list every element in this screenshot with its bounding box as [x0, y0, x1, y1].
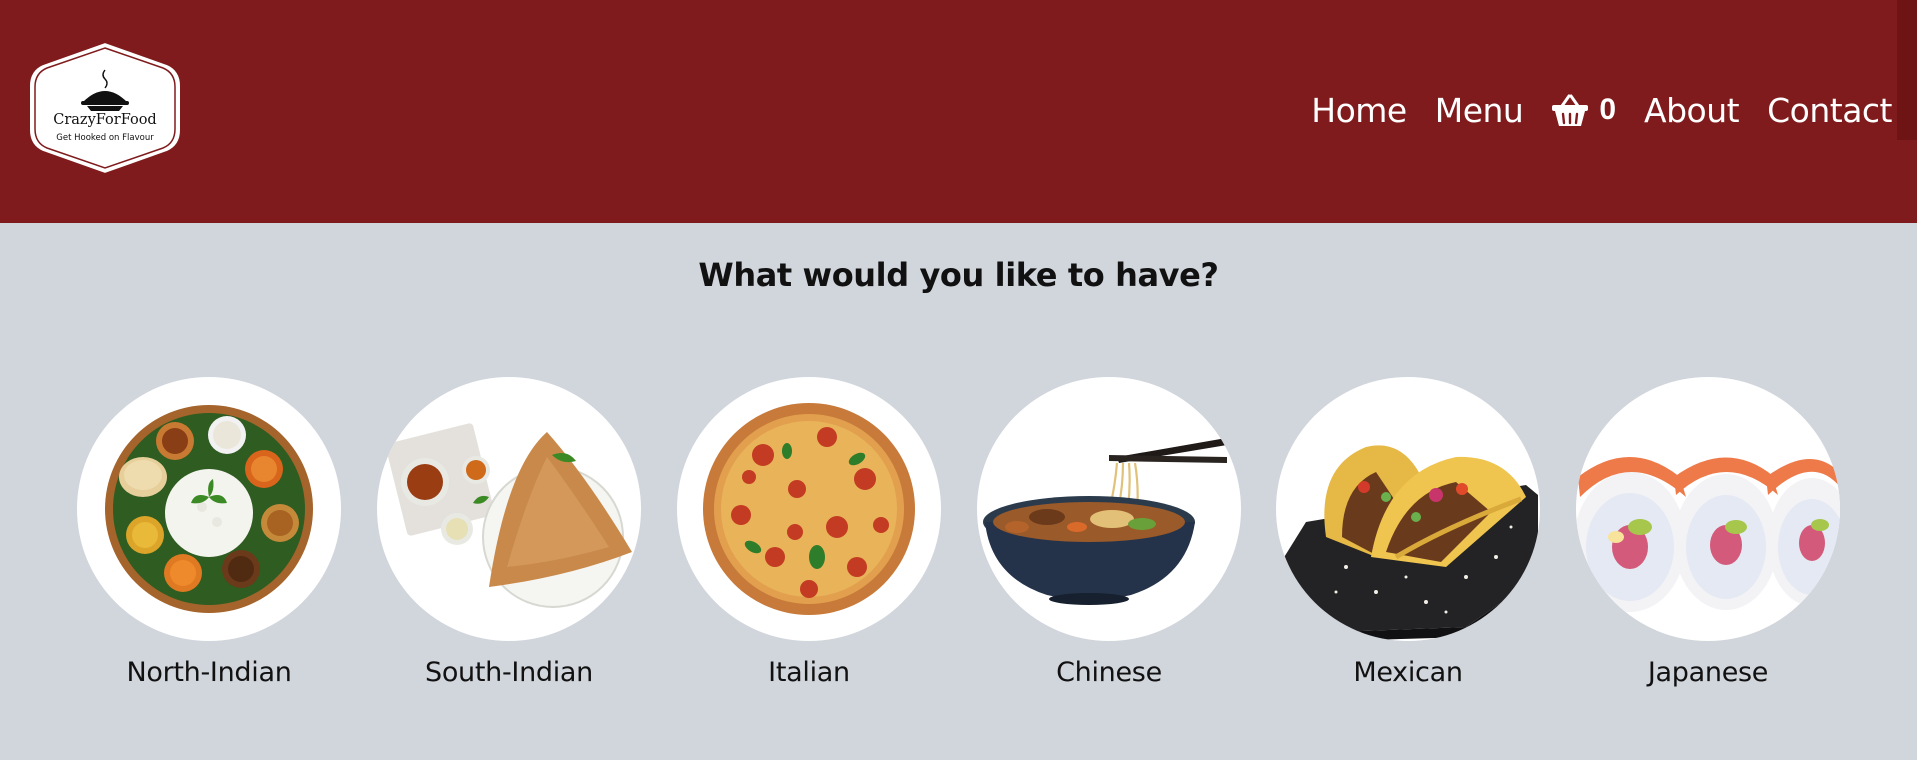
site-header: CrazyForFood Get Hooked on Flavour Home …	[0, 0, 1917, 223]
nav-contact-link[interactable]: Contact	[1767, 91, 1892, 130]
cart-count: 0	[1599, 93, 1617, 126]
cuisine-card-north-indian[interactable]: North-Indian	[77, 377, 341, 688]
mexican-image[interactable]	[1276, 377, 1540, 641]
logo-badge-shape	[28, 40, 182, 176]
brand-name: CrazyForFood	[53, 112, 157, 128]
south-indian-image[interactable]	[377, 377, 641, 641]
cuisine-card-south-indian[interactable]: South-Indian	[377, 377, 641, 688]
main-nav: Home Menu 0 About Contact	[1311, 84, 1892, 136]
nav-about-link[interactable]: About	[1644, 91, 1740, 130]
nav-menu-link[interactable]: Menu	[1435, 91, 1524, 130]
nav-home-link[interactable]: Home	[1311, 91, 1407, 130]
cuisine-card-japanese[interactable]: Japanese	[1576, 377, 1840, 688]
cuisine-label: Italian	[768, 657, 850, 688]
brand-tagline: Get Hooked on Flavour	[56, 133, 154, 143]
cuisine-label: North-Indian	[126, 657, 292, 688]
italian-image[interactable]	[677, 377, 941, 641]
japanese-image[interactable]	[1576, 377, 1840, 641]
cuisine-label: Japanese	[1647, 657, 1769, 688]
cuisine-card-italian[interactable]: Italian	[677, 377, 941, 688]
brand-logo[interactable]: CrazyForFood Get Hooked on Flavour	[27, 40, 183, 176]
cuisine-label: South-Indian	[425, 657, 593, 688]
basket-icon	[1552, 94, 1589, 126]
page-heading: What would you like to have?	[698, 256, 1219, 294]
cuisine-label: Mexican	[1353, 657, 1463, 688]
chinese-image[interactable]	[977, 377, 1241, 641]
cuisine-card-chinese[interactable]: Chinese	[977, 377, 1241, 688]
cart-button[interactable]: 0	[1551, 93, 1616, 127]
north-indian-image[interactable]	[77, 377, 341, 641]
cuisine-label: Chinese	[1056, 657, 1162, 688]
cuisine-card-mexican[interactable]: Mexican	[1276, 377, 1540, 688]
scrollbar-thumb[interactable]	[1897, 0, 1917, 140]
